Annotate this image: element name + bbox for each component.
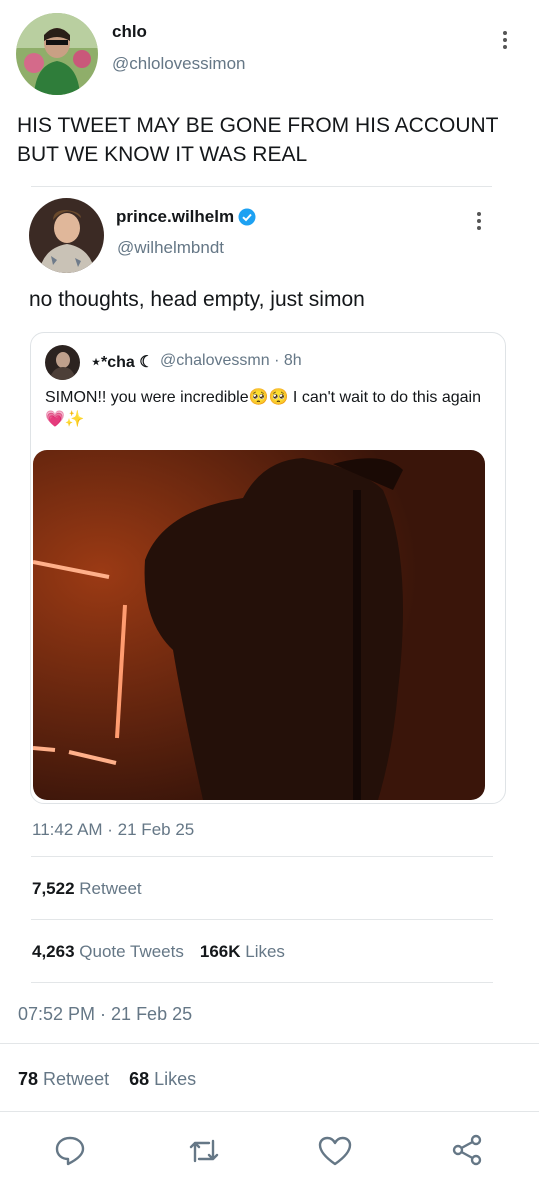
more-options-icon[interactable] — [500, 31, 510, 49]
avatar — [45, 345, 80, 380]
embed-top-divider — [31, 186, 492, 187]
retweet-count[interactable]: 78 Retweet — [18, 1069, 109, 1090]
like-icon[interactable] — [318, 1135, 352, 1167]
avatar[interactable] — [29, 198, 104, 273]
verified-badge-icon — [238, 208, 256, 226]
concert-photo[interactable] — [33, 450, 485, 800]
likes-count[interactable]: 68 Likes — [129, 1069, 196, 1090]
quoted-handle-time: @chalovessmn · 8h — [160, 352, 302, 369]
tweet-timestamp: 07:52 PM · 21 Feb 25 — [18, 1004, 193, 1024]
tweet-timestamp: 11:42 AM · 21 Feb 25 — [32, 820, 195, 839]
likes-count[interactable]: 166K Likes — [200, 942, 285, 962]
display-name[interactable]: chlo — [112, 22, 147, 42]
retweet-count-value: 7,522 — [32, 879, 75, 898]
handle[interactable]: @wilhelmbndt — [117, 238, 224, 258]
display-name-text: prince.wilhelm — [116, 207, 235, 226]
quote-tweets-label: Quote Tweets — [79, 942, 184, 961]
avatar[interactable] — [16, 13, 98, 95]
retweet-count-label: Retweet — [43, 1069, 110, 1089]
outer-stats-row: 78 Retweet 68 Likes — [18, 1069, 196, 1090]
tweet-text: no thoughts, head empty, just simon — [29, 288, 365, 311]
more-options-icon[interactable] — [474, 212, 484, 230]
quoted-text: SIMON!! you were incredible🥺🥺 I can't wa… — [45, 389, 481, 428]
likes-count-label: Likes — [154, 1069, 197, 1089]
stats-divider — [0, 1043, 539, 1044]
stats-divider — [31, 856, 493, 857]
stats-divider — [0, 1111, 539, 1112]
quote-tweets-value: 4,263 — [32, 942, 75, 961]
retweet-count[interactable]: 7,522 Retweet — [32, 879, 142, 899]
likes-count-value: 166K — [199, 942, 241, 961]
share-icon[interactable] — [451, 1134, 483, 1166]
likes-count-label: Likes — [245, 942, 285, 961]
quote-tweets-count[interactable]: 4,263 Quote Tweets — [32, 942, 184, 962]
reply-icon[interactable] — [54, 1134, 86, 1166]
display-name[interactable]: prince.wilhelm — [116, 207, 256, 227]
quoted-tweet-card[interactable]: ⋆*cha ☾ @chalovessmn · 8h SIMON!! you we… — [30, 332, 506, 804]
embed-bottom-divider — [31, 982, 493, 983]
quoted-display-name: ⋆*cha ☾ — [91, 354, 154, 371]
likes-count-value: 68 — [129, 1069, 150, 1089]
quote-likes-row: 4,263 Quote Tweets 166K Likes — [32, 942, 285, 962]
retweet-icon[interactable] — [187, 1135, 221, 1167]
tweet-text: HIS TWEET MAY BE GONE FROM HIS ACCOUNT B… — [17, 114, 499, 166]
stats-divider — [31, 919, 493, 920]
retweet-count-label: Retweet — [79, 879, 142, 898]
handle[interactable]: @chlolovessimon — [112, 54, 245, 74]
retweet-count-value: 78 — [18, 1069, 39, 1089]
